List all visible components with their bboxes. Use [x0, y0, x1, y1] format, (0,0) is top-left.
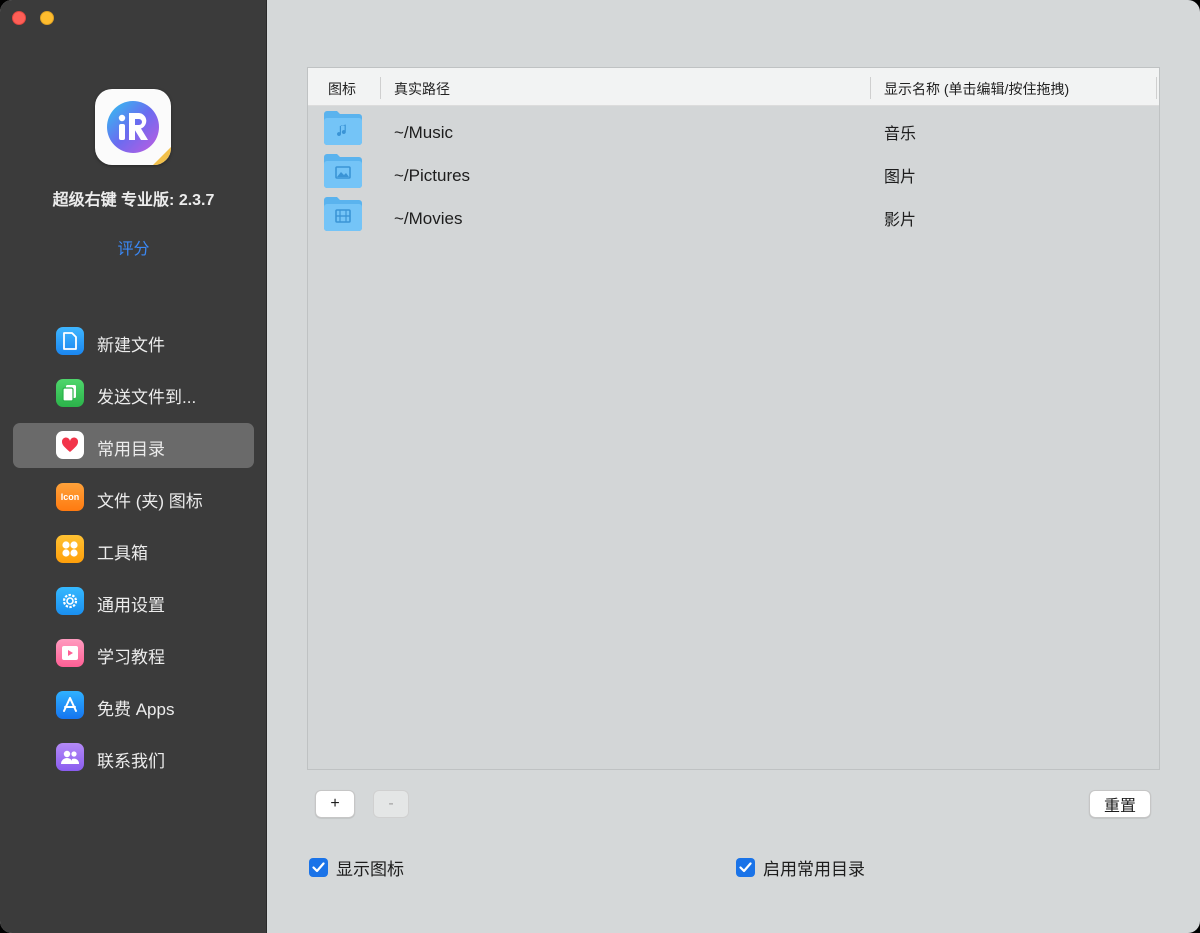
sidebar-item-label: 联系我们 [97, 752, 165, 771]
app-logo-icon [95, 89, 171, 165]
minimize-window-button[interactable] [40, 11, 54, 25]
sidebar: 超级右键 专业版: 2.3.7 评分 新建文件 发送文件到... 常用目录 Ic… [0, 0, 267, 933]
sidebar-item-label: 学习教程 [97, 648, 165, 667]
toolbox-icon [56, 535, 84, 563]
sidebar-item-contact-us[interactable]: 联系我们 [13, 735, 254, 780]
contact-icon [56, 743, 84, 771]
table-row[interactable]: ~/Pictures 图片 [308, 153, 1159, 196]
heart-icon [56, 431, 84, 459]
row-path: ~/Movies [394, 209, 463, 228]
row-display-name[interactable]: 音乐 [884, 120, 916, 144]
show-icons-option[interactable]: 显示图标 [309, 855, 404, 880]
add-directory-button[interactable]: + [315, 790, 355, 818]
table-row[interactable]: ~/Music 音乐 [308, 110, 1159, 153]
checkmark-icon [739, 862, 752, 873]
movies-folder-icon [324, 197, 362, 231]
app-store-icon [56, 691, 84, 719]
sidebar-item-general-settings[interactable]: 通用设置 [13, 579, 254, 624]
checkmark-icon [312, 862, 325, 873]
row-path: ~/Pictures [394, 166, 471, 185]
sidebar-item-new-file[interactable]: 新建文件 [13, 319, 254, 364]
rate-link[interactable]: 评分 [0, 235, 267, 259]
enable-dirs-label: 启用常用目录 [763, 860, 865, 879]
row-path: ~/Music [394, 123, 454, 142]
window-controls [12, 11, 54, 25]
sidebar-item-favorite-dirs[interactable]: 常用目录 [13, 423, 254, 468]
icon-badge-icon: Icon [56, 483, 84, 511]
sidebar-item-free-apps[interactable]: 免费 Apps [13, 683, 254, 728]
gear-icon [56, 587, 84, 615]
sidebar-item-toolbox[interactable]: 工具箱 [13, 527, 254, 572]
column-header-display-name[interactable]: 显示名称 (单击编辑/按住拖拽) [884, 79, 1069, 99]
sidebar-item-file-icons[interactable]: Icon 文件 (夹) 图标 [13, 475, 254, 520]
sidebar-item-label: 常用目录 [97, 440, 165, 459]
column-divider[interactable] [380, 77, 381, 99]
show-icons-checkbox[interactable] [309, 858, 328, 877]
column-divider[interactable] [870, 77, 871, 99]
send-file-icon [56, 379, 84, 407]
column-header-path[interactable]: 真实路径 [394, 79, 450, 99]
favorite-dirs-table[interactable]: 图标 真实路径 显示名称 (单击编辑/按住拖拽) ~/Music 音乐 ~/Pi… [307, 67, 1160, 770]
column-header-icon[interactable]: 图标 [328, 79, 356, 99]
close-window-button[interactable] [12, 11, 26, 25]
app-version-title: 超级右键 专业版: 2.3.7 [52, 192, 215, 209]
table-header: 图标 真实路径 显示名称 (单击编辑/按住拖拽) [308, 68, 1159, 106]
sidebar-item-label: 通用设置 [97, 596, 165, 615]
sidebar-item-label: 工具箱 [97, 544, 148, 563]
show-icons-label: 显示图标 [336, 860, 404, 879]
sidebar-item-label: 文件 (夹) 图标 [97, 492, 203, 511]
new-file-icon [56, 327, 84, 355]
sidebar-item-send-file[interactable]: 发送文件到... [13, 371, 254, 416]
sidebar-item-label: 发送文件到... [97, 388, 197, 407]
row-display-name[interactable]: 图片 [884, 163, 916, 187]
pictures-folder-icon [324, 154, 362, 188]
column-divider[interactable] [1156, 77, 1157, 99]
table-row[interactable]: ~/Movies 影片 [308, 196, 1159, 239]
remove-directory-button[interactable]: - [373, 790, 409, 818]
sidebar-item-tutorials[interactable]: 学习教程 [13, 631, 254, 676]
row-display-name[interactable]: 影片 [884, 206, 916, 230]
reset-button[interactable]: 重置 [1089, 790, 1151, 818]
enable-dirs-option[interactable]: 启用常用目录 [736, 855, 865, 880]
enable-dirs-checkbox[interactable] [736, 858, 755, 877]
app-window: 超级右键 专业版: 2.3.7 评分 新建文件 发送文件到... 常用目录 Ic… [0, 0, 1200, 933]
tutorial-icon [56, 639, 84, 667]
music-folder-icon [324, 111, 362, 145]
sidebar-nav: 新建文件 发送文件到... 常用目录 Icon 文件 (夹) 图标 工具箱 通用… [13, 319, 254, 787]
sidebar-item-label: 新建文件 [97, 336, 165, 355]
sidebar-item-label: 免费 Apps [97, 700, 175, 719]
